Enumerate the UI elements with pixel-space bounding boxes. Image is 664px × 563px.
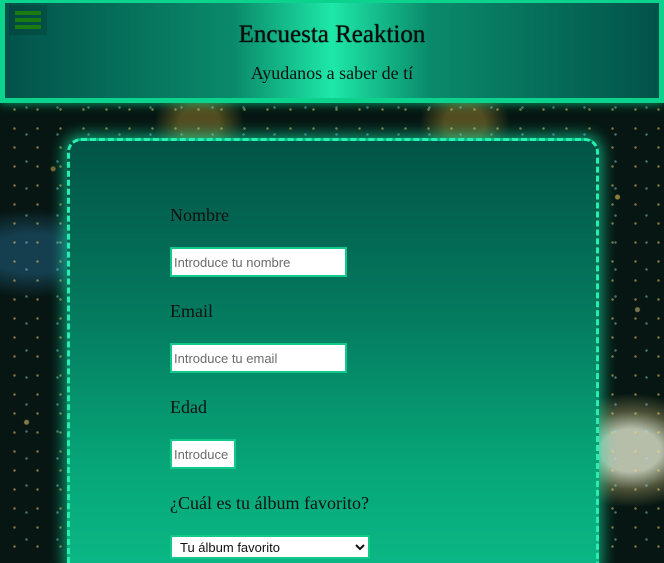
page-title: Encuesta Reaktion (238, 21, 426, 48)
album-select[interactable]: Tu álbum favorito (170, 535, 370, 559)
nombre-label: Nombre (170, 205, 229, 225)
email-input[interactable] (170, 343, 347, 373)
email-label: Email (170, 301, 213, 321)
page-subtitle: Ayudanos a saber de tí (250, 63, 414, 83)
edad-input[interactable] (170, 439, 236, 469)
page-header: Encuesta Reaktion Ayudanos a saber de tí (0, 0, 664, 103)
album-label: ¿Cuál es tu álbum favorito? (170, 493, 369, 513)
edad-label: Edad (170, 397, 207, 417)
nombre-input[interactable] (170, 247, 347, 277)
